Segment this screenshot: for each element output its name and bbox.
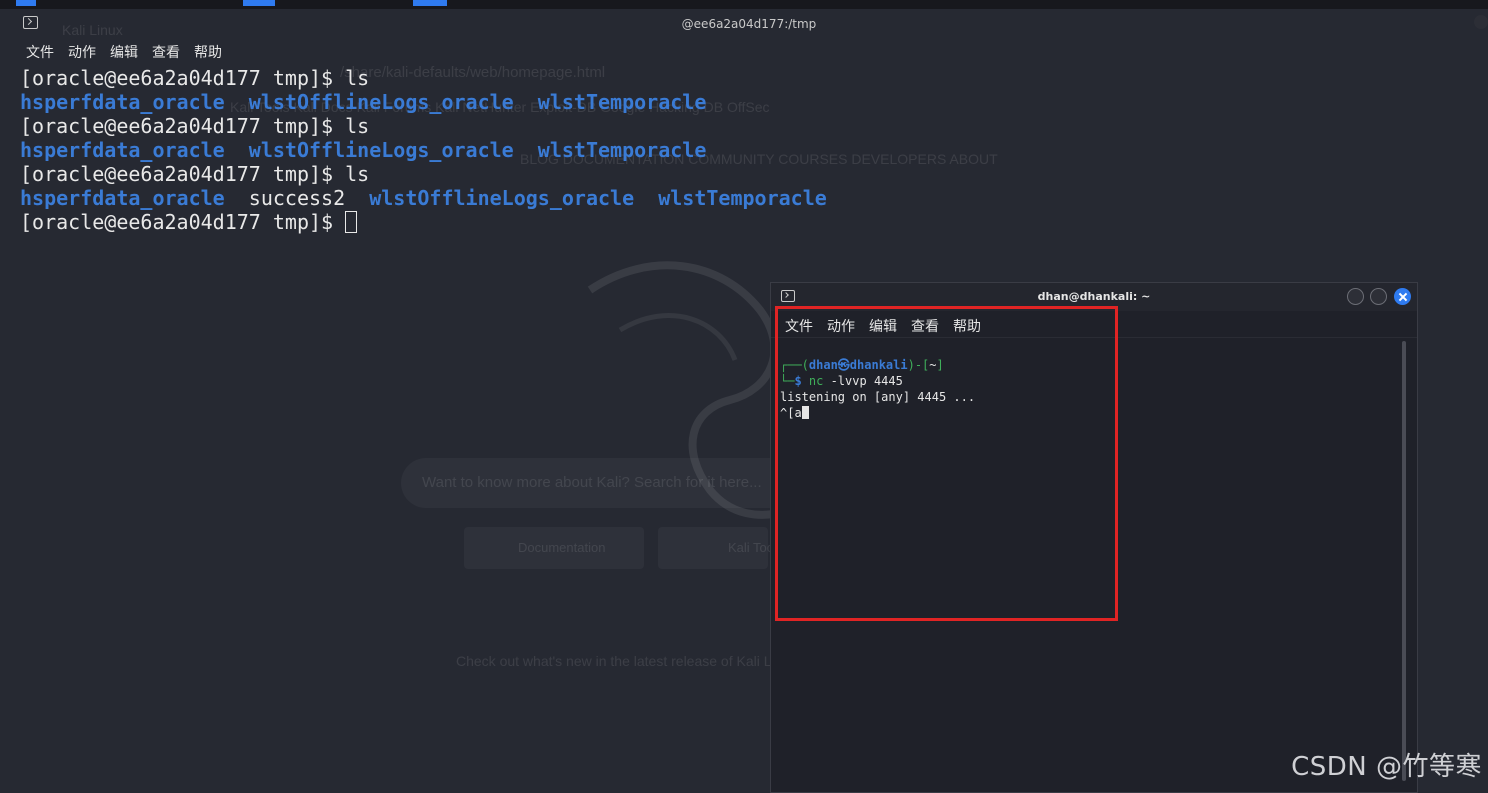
- dir-entry: wlstOfflineLogs_oracle: [369, 186, 635, 210]
- dir-entry: wlstOfflineLogs_oracle: [248, 90, 514, 114]
- shell-prompt: [oracle@ee6a2a04d177 tmp]$: [20, 114, 346, 138]
- terminal-line: [oracle@ee6a2a04d177 tmp]$ ls: [20, 114, 827, 138]
- shell-prompt: [oracle@ee6a2a04d177 tmp]$: [20, 162, 346, 186]
- terminal-line: hsperfdata_oracle wlstOfflineLogs_oracle…: [20, 138, 827, 162]
- dir-entry: wlstOfflineLogs_oracle: [248, 138, 514, 162]
- shell-prompt: [oracle@ee6a2a04d177 tmp]$: [20, 210, 346, 234]
- taskbar-app-indicator: [16, 0, 36, 6]
- shell-command: ls: [345, 162, 370, 186]
- minimize-button[interactable]: [1347, 288, 1364, 305]
- main-terminal-menubar: 文件 动作 编辑 查看 帮助: [26, 42, 222, 62]
- taskbar-app-indicator: [413, 0, 447, 6]
- dir-entry: wlstTemporacle: [537, 138, 707, 162]
- terminal-line: hsperfdata_oracle success2 wlstOfflineLo…: [20, 186, 827, 210]
- terminal-line: [oracle@ee6a2a04d177 tmp]$ ls: [20, 162, 827, 186]
- watermark: CSDN @竹等寒: [1291, 752, 1482, 782]
- close-button[interactable]: [1394, 288, 1411, 305]
- desktop-taskbar-strip: [0, 0, 1488, 9]
- shell-command: ls: [345, 66, 370, 90]
- terminal-line: hsperfdata_oracle wlstOfflineLogs_oracle…: [20, 90, 827, 114]
- overlay-terminal-title: dhan@dhankali: ~: [1037, 290, 1151, 303]
- terminal-cursor: [345, 211, 358, 233]
- maximize-button[interactable]: [1370, 288, 1387, 305]
- window-control-button[interactable]: [1474, 15, 1488, 29]
- dir-entry: wlstTemporacle: [658, 186, 827, 210]
- menu-action[interactable]: 动作: [68, 42, 96, 62]
- menu-help[interactable]: 帮助: [194, 42, 222, 62]
- menu-edit[interactable]: 编辑: [110, 42, 138, 62]
- scrollbar[interactable]: [1402, 341, 1406, 781]
- dir-entry: hsperfdata_oracle: [20, 186, 225, 210]
- terminal-line: [oracle@ee6a2a04d177 tmp]$ ls: [20, 66, 827, 90]
- menu-file[interactable]: 文件: [26, 42, 54, 62]
- taskbar-app-indicator: [243, 0, 275, 6]
- main-terminal-titlebar[interactable]: @ee6a2a04d177:/tmp: [10, 9, 1488, 39]
- menu-view[interactable]: 查看: [152, 42, 180, 62]
- file-entry: success2: [248, 186, 346, 210]
- shell-command: ls: [345, 114, 370, 138]
- red-highlight-annotation: [775, 306, 1118, 621]
- shell-prompt: [oracle@ee6a2a04d177 tmp]$: [20, 66, 346, 90]
- main-terminal-title: @ee6a2a04d177:/tmp: [681, 17, 817, 31]
- dir-entry: wlstTemporacle: [537, 90, 707, 114]
- terminal-line: [oracle@ee6a2a04d177 tmp]$: [20, 210, 827, 234]
- dir-entry: hsperfdata_oracle: [20, 90, 225, 114]
- dir-entry: hsperfdata_oracle: [20, 138, 225, 162]
- main-terminal-output[interactable]: [oracle@ee6a2a04d177 tmp]$ ls hsperfdata…: [20, 66, 827, 234]
